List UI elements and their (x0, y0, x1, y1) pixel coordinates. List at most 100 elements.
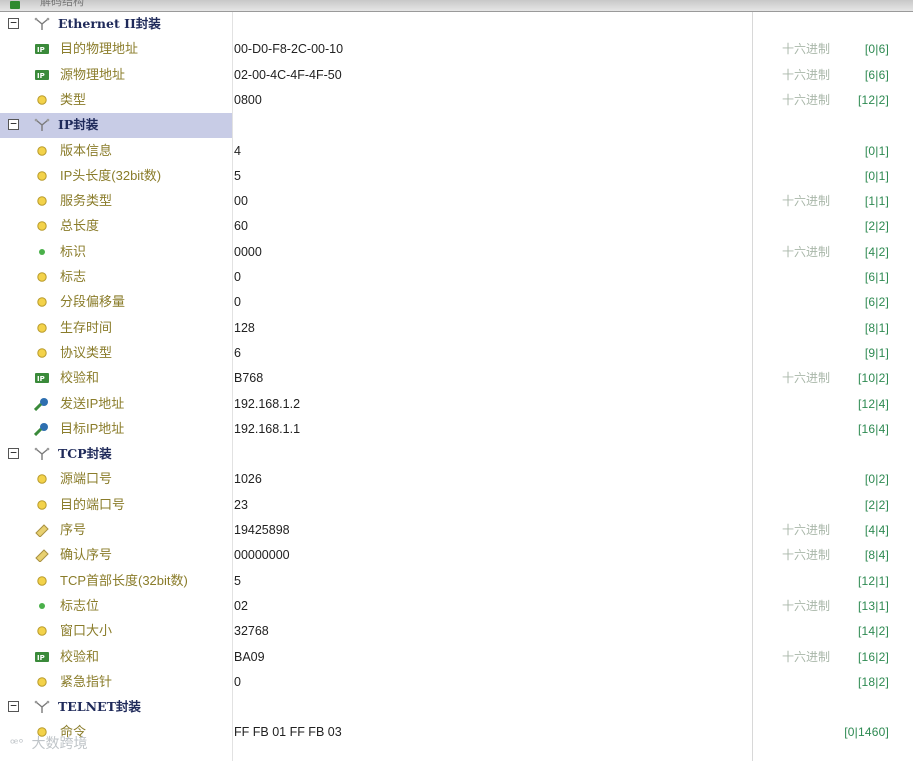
collapse-toggle-icon[interactable]: − (8, 118, 19, 130)
titlebar-label: 解码结构 (40, 0, 84, 8)
ip-chip-icon: IP (34, 371, 50, 385)
tree-section-row[interactable]: − TCP封装 (0, 442, 913, 467)
tree-field-row[interactable]: 分段偏移量 0 [6|2] (0, 290, 913, 315)
tree-field-row[interactable]: 源端口号 1026 [0|2] (0, 467, 913, 492)
field-value: 128 (234, 321, 255, 335)
field-name: 源端口号 (60, 471, 113, 486)
field-value: 0 (234, 675, 241, 689)
field-name: 确认序号 (60, 547, 113, 562)
byte-range: [2|2] (864, 498, 889, 512)
field-value: 02-00-4C-4F-4F-50 (234, 68, 342, 82)
tree-field-row[interactable]: IP 校验和 BA09 十六进制 [16|2] (0, 645, 913, 670)
protocol-icon (34, 700, 50, 714)
tree-field-row[interactable]: 命令 FF FB 01 FF FB 03 [0|1460] (0, 720, 913, 745)
tree-field-row[interactable]: 目的端口号 23 [2|2] (0, 493, 913, 518)
field-value: 192.168.1.2 (234, 397, 301, 411)
field-name: 目的物理地址 (60, 41, 139, 56)
tree-field-row[interactable]: 窗口大小 32768 [14|2] (0, 619, 913, 644)
tree-field-row[interactable]: 紧急指针 0 [18|2] (0, 670, 913, 695)
field-name: IP头长度(32bit数) (60, 168, 162, 183)
section-title: Ethernet II封装 (58, 16, 161, 31)
field-name: 校验和 (60, 649, 100, 664)
tree-section-row[interactable]: − Ethernet II封装 (0, 12, 913, 37)
window-titlebar: 解码结构 (0, 0, 913, 12)
sequence-icon (34, 523, 50, 538)
tree-field-row[interactable]: 生存时间 128 [8|1] (0, 316, 913, 341)
svg-text:IP: IP (37, 375, 45, 383)
format-hint: 十六进制 (782, 68, 831, 82)
watermark-logo-icon: ꟹ° (10, 736, 24, 751)
tree-section-row[interactable]: − IP封装 (0, 113, 913, 138)
field-name: 发送IP地址 (60, 396, 125, 411)
field-name: 目的端口号 (60, 497, 126, 512)
tree-section-row[interactable]: − TELNET封装 (0, 695, 913, 720)
format-hint: 十六进制 (782, 93, 831, 107)
byte-range: [4|2] (864, 245, 889, 259)
byte-range: [13|1] (857, 599, 889, 613)
byte-range: [0|2] (864, 472, 889, 486)
byte-range: [8|1] (864, 321, 889, 335)
tree-field-row[interactable]: 确认序号 00000000 十六进制 [8|4] (0, 543, 913, 568)
host-icon (33, 397, 50, 412)
byte-range: [9|1] (864, 346, 889, 360)
collapse-toggle-icon[interactable]: − (8, 700, 19, 712)
field-dot-icon (34, 472, 50, 486)
collapse-toggle-icon[interactable]: − (8, 447, 19, 459)
tree-field-row[interactable]: 序号 19425898 十六进制 [4|4] (0, 518, 913, 543)
tree-field-row[interactable]: 服务类型 00 十六进制 [1|1] (0, 189, 913, 214)
format-hint: 十六进制 (782, 371, 831, 385)
svg-text:IP: IP (37, 72, 45, 80)
byte-range: [12|2] (857, 93, 889, 107)
byte-range: [14|2] (857, 624, 889, 638)
field-name: 序号 (60, 522, 87, 537)
byte-range: [0|1] (864, 144, 889, 158)
field-value: 00000000 (234, 548, 290, 562)
field-value: FF FB 01 FF FB 03 (234, 725, 342, 739)
field-dot-icon (34, 346, 50, 360)
field-dot-icon (34, 295, 50, 309)
tree-field-row[interactable]: 类型 0800 十六进制 [12|2] (0, 88, 913, 113)
byte-range: [12|1] (857, 574, 889, 588)
collapse-toggle-icon[interactable]: − (8, 17, 19, 29)
field-value: 02 (234, 599, 248, 613)
tree-field-row[interactable]: 目标IP地址 192.168.1.1 [16|4] (0, 417, 913, 442)
tree-field-row[interactable]: IP 目的物理地址 00-D0-F8-2C-00-10 十六进制 [0|6] (0, 37, 913, 62)
tree-field-row[interactable]: 版本信息 4 [0|1] (0, 139, 913, 164)
field-value: 00-D0-F8-2C-00-10 (234, 42, 344, 56)
field-dot-icon (34, 219, 50, 233)
byte-range: [6|2] (864, 295, 889, 309)
tree-field-row[interactable]: IP 源物理地址 02-00-4C-4F-4F-50 十六进制 [6|6] (0, 63, 913, 88)
green-dot-icon (34, 245, 50, 259)
field-name: 类型 (60, 92, 87, 107)
field-value: 60 (234, 219, 248, 233)
tree-field-row[interactable]: 协议类型 6 [9|1] (0, 341, 913, 366)
byte-range: [16|4] (857, 422, 889, 436)
field-value: 0800 (234, 93, 262, 107)
field-name: 生存时间 (60, 320, 113, 335)
format-hint: 十六进制 (782, 548, 831, 562)
byte-range: [2|2] (864, 219, 889, 233)
byte-range: [4|4] (864, 523, 889, 537)
sequence-icon (34, 548, 50, 563)
svg-text:IP: IP (37, 46, 45, 54)
field-value: 6 (234, 346, 241, 360)
protocol-icon (34, 447, 50, 461)
field-name: 标志 (60, 269, 87, 284)
tree-field-row[interactable]: TCP首部长度(32bit数) 5 [12|1] (0, 569, 913, 594)
tree-field-row[interactable]: 标识 0000 十六进制 [4|2] (0, 240, 913, 265)
tree-field-row[interactable]: 标志位 02 十六进制 [13|1] (0, 594, 913, 619)
byte-range: [10|2] (857, 371, 889, 385)
tree-field-row[interactable]: IP头长度(32bit数) 5 [0|1] (0, 164, 913, 189)
field-value: 0 (234, 270, 241, 284)
tree-field-row[interactable]: 标志 0 [6|1] (0, 265, 913, 290)
tree-field-row[interactable]: IP 校验和 B768 十六进制 [10|2] (0, 366, 913, 391)
byte-range: [8|4] (864, 548, 889, 562)
tree-field-row[interactable]: 总长度 60 [2|2] (0, 214, 913, 239)
section-title: TELNET封装 (58, 699, 141, 714)
field-dot-icon (34, 93, 50, 107)
protocol-icon (34, 17, 50, 31)
field-value: 5 (234, 169, 241, 183)
ip-chip-icon: IP (34, 650, 50, 664)
tree-field-row[interactable]: 发送IP地址 192.168.1.2 [12|4] (0, 392, 913, 417)
field-name: 标志位 (60, 598, 100, 613)
